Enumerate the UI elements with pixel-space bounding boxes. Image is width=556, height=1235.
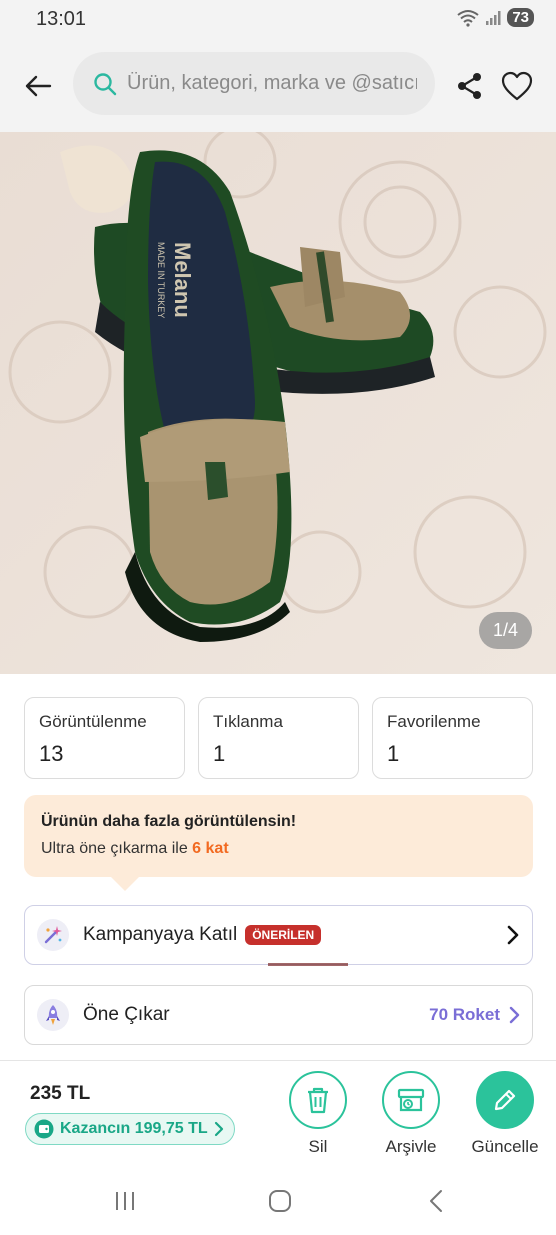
recent-apps-icon [116, 1192, 134, 1210]
trash-icon [308, 1087, 328, 1114]
search-bar[interactable] [73, 52, 435, 115]
home-button[interactable] [260, 1186, 300, 1216]
favorite-button[interactable] [497, 66, 537, 106]
status-icons: 73 [457, 8, 534, 27]
delete-button[interactable]: Sil [273, 1071, 363, 1157]
battery-indicator: 73 [507, 8, 534, 27]
stat-label: Görüntülenme [39, 712, 147, 731]
wifi-icon [457, 9, 479, 27]
status-time: 13:01 [36, 8, 87, 30]
promo-banner: Ürünün daha fazla görüntülensin! Ultra ö… [24, 795, 533, 891]
highlight-label: Öne Çıkar [83, 1004, 170, 1025]
search-input[interactable] [127, 72, 417, 95]
archive-button[interactable]: Arşivle [366, 1071, 456, 1157]
highlight-button[interactable]: Öne Çıkar 70 Roket [24, 985, 533, 1045]
update-label: Güncelle [471, 1137, 539, 1156]
archive-circle[interactable] [382, 1071, 440, 1129]
stat-card-views: Görüntülenme 13 [24, 697, 185, 779]
pencil-icon [494, 1089, 516, 1111]
header [0, 40, 556, 132]
earnings-text: Kazancın 199,75 TL [60, 1120, 208, 1137]
search-icon [94, 72, 117, 95]
stat-label: Favorilenme [387, 712, 481, 731]
back-nav-button[interactable] [416, 1186, 456, 1216]
chevron-right-icon [509, 1006, 520, 1024]
campaign-label: Kampanyaya Katıl [83, 924, 238, 945]
rocket-cost: 70 Roket [429, 1005, 520, 1025]
promo-multiplier: 6 kat [192, 840, 229, 857]
chevron-right-icon [214, 1121, 223, 1137]
campaign-underline [268, 963, 348, 966]
rocket-cost-text: 70 Roket [429, 1005, 500, 1024]
status-bar: 13:01 73 [0, 0, 556, 40]
back-button[interactable] [18, 66, 58, 106]
photo-counter: 1/4 [478, 612, 532, 649]
product-image: Melanu MADE IN TURKEY [0, 132, 556, 674]
rocket-icon-wrap [37, 999, 69, 1031]
earnings-pill[interactable]: Kazancın 199,75 TL [25, 1113, 235, 1145]
wallet-icon [34, 1119, 54, 1139]
signal-icon [486, 10, 501, 25]
share-button[interactable] [452, 66, 488, 106]
update-circle[interactable] [476, 1071, 534, 1129]
chevron-right-icon [506, 925, 520, 945]
promo-sub-text: Ultra öne çıkarma ile [41, 840, 193, 857]
archive-label: Arşivle [385, 1137, 437, 1156]
arrow-left-icon [25, 75, 52, 97]
promo-title: Ürünün daha fazla görüntülensin! [41, 813, 297, 830]
product-photo[interactable]: Melanu MADE IN TURKEY 1/4 [0, 132, 556, 674]
join-campaign-button[interactable]: Kampanyaya Katıl ÖNERİLEN [24, 905, 533, 965]
stat-value: 1 [213, 741, 226, 766]
stats-row: Görüntülenme 13 Tıklanma 1 Favorilenme 1 [24, 697, 533, 779]
delete-circle[interactable] [289, 1071, 347, 1129]
stat-value: 13 [39, 741, 64, 766]
system-nav-bar [0, 1168, 556, 1235]
price: 235 TL [30, 1083, 91, 1104]
recommended-badge: ÖNERİLEN [245, 925, 322, 945]
update-button[interactable]: Güncelle [460, 1071, 550, 1157]
share-icon [458, 73, 481, 99]
delete-label: Sil [308, 1137, 328, 1156]
back-nav-icon [430, 1190, 442, 1212]
stat-label: Tıklanma [213, 712, 283, 731]
promo-subtitle: Ultra öne çıkarma ile 6 kat [41, 840, 516, 858]
recent-apps-button[interactable] [105, 1186, 145, 1216]
promo-pointer [110, 876, 140, 891]
campaign-icon-wrap [37, 919, 69, 951]
sparkle-icon [44, 926, 62, 944]
bottom-action-bar: 235 TL Kazancın 199,75 TL Sil Arşivle Gü… [0, 1060, 556, 1168]
heart-icon [501, 71, 533, 101]
made-in-print: MADE IN TURKEY [156, 242, 166, 318]
archive-icon [397, 1088, 425, 1112]
stat-card-favorites: Favorilenme 1 [372, 697, 533, 779]
brand-print: Melanu [170, 242, 195, 318]
stat-value: 1 [387, 741, 400, 766]
rocket-icon [46, 1005, 60, 1025]
home-icon [269, 1190, 291, 1212]
stat-card-clicks: Tıklanma 1 [198, 697, 359, 779]
